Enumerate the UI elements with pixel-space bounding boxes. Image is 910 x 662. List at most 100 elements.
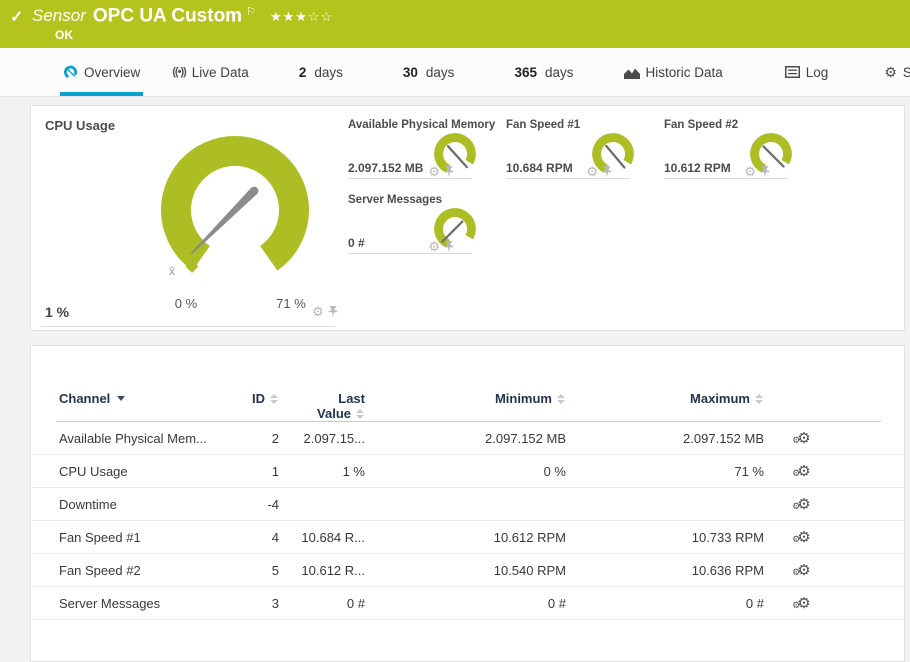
tab-historic-data[interactable]: Historic Data: [621, 52, 726, 96]
pin-icon[interactable]: [444, 241, 454, 253]
cell-minimum: 2.097.152 MB: [485, 430, 566, 446]
cell-id: -4: [267, 496, 279, 512]
cpu-gauge-actions: ⚙: [312, 305, 338, 318]
tab-log[interactable]: Log: [782, 52, 832, 96]
channel-settings-gears-icon[interactable]: ⚙ ⚙: [792, 497, 810, 512]
cell-minimum: 0 #: [547, 595, 566, 611]
tab-overview[interactable]: Overview: [60, 52, 144, 96]
pin-icon[interactable]: [602, 166, 612, 178]
column-header-maximum-label: Maximum: [690, 391, 750, 406]
sort-icon: [270, 393, 279, 404]
cell-minimum: 10.612 RPM: [493, 529, 566, 545]
gauges-panel: CPU Usage x̄ 0 % 71 % 1 % ⚙ Available Ph…: [30, 105, 905, 331]
cell-channel[interactable]: Fan Speed #2: [59, 563, 239, 578]
gauge-needle: [446, 145, 469, 169]
tab-log-label: Log: [805, 64, 829, 80]
tab-live-data[interactable]: ((•)) Live Data: [169, 52, 252, 96]
flag-icon[interactable]: ⚐: [246, 6, 256, 18]
table-row[interactable]: Fan Speed #1 4 10.684 R... 10.612 RPM 10…: [31, 521, 904, 554]
gauge-cell-fan-speed-1: Fan Speed #1 10.684 RPM ⚙: [506, 119, 634, 179]
sort-icon: [356, 408, 365, 419]
table-row[interactable]: Downtime -4 ⚙ ⚙: [31, 488, 904, 521]
cell-maximum: 2.097.152 MB: [683, 430, 764, 446]
table-row[interactable]: Server Messages 3 0 # 0 # 0 # ⚙ ⚙: [31, 587, 904, 620]
pin-icon[interactable]: [444, 166, 454, 178]
tab-30-days-number: 30: [402, 64, 418, 80]
cell-last-value: 10.612 R...: [301, 562, 365, 578]
cpu-gauge-title: CPU Usage: [45, 118, 116, 133]
table-row[interactable]: CPU Usage 1 1 % 0 % 71 % ⚙ ⚙: [31, 455, 904, 488]
gauge-value: 2.097.152 MB: [348, 161, 424, 175]
cell-channel[interactable]: Available Physical Mem...: [59, 431, 239, 446]
cell-minimum: 10.540 RPM: [493, 562, 566, 578]
channel-settings-gears-icon[interactable]: ⚙ ⚙: [792, 596, 810, 611]
tab-365-days[interactable]: 365 days: [511, 52, 576, 96]
gauge-actions: ⚙: [744, 165, 770, 178]
gauge-icon: [63, 65, 78, 78]
tab-30-days[interactable]: 30 days: [400, 52, 458, 96]
gauge-actions: ⚙: [428, 240, 454, 253]
cell-id: 5: [271, 562, 279, 578]
gauge-needle: [762, 145, 785, 168]
cell-channel[interactable]: Server Messages: [59, 596, 239, 611]
gauge-cell-available-physical-memory: Available Physical Memory 2.097.152 MB ⚙: [348, 119, 495, 179]
tab-overview-label: Overview: [84, 64, 141, 80]
table-row[interactable]: Available Physical Mem... 2 2.097.15... …: [31, 422, 904, 455]
sensor-title-line: Sensor OPC UA Custom ⚐ ★★★☆☆: [32, 5, 333, 27]
cell-minimum: 0 %: [543, 463, 566, 479]
gauge-cell-server-messages: Server Messages 0 # ⚙: [348, 194, 476, 254]
stars-empty[interactable]: ☆☆: [308, 9, 333, 24]
cell-last-value: 0 #: [346, 595, 365, 611]
cell-last-value: 1 %: [342, 463, 365, 479]
pin-icon[interactable]: [328, 306, 338, 318]
sort-icon: [755, 393, 764, 404]
tab-2-days-number: 2: [298, 64, 307, 80]
column-header-channel[interactable]: Channel: [59, 391, 239, 406]
column-header-id[interactable]: ID: [239, 391, 279, 406]
table-row[interactable]: Fan Speed #2 5 10.612 R... 10.540 RPM 10…: [31, 554, 904, 587]
channel-settings-gears-icon[interactable]: ⚙ ⚙: [792, 563, 810, 578]
tab-2-days[interactable]: 2 days: [296, 52, 346, 96]
priority-stars[interactable]: ★★★☆☆: [270, 9, 333, 24]
gauge-needle: [605, 144, 626, 169]
channel-settings-icon[interactable]: ⚙: [586, 165, 598, 178]
tab-365-days-label: days: [544, 64, 574, 80]
column-header-maximum[interactable]: Maximum: [566, 391, 764, 406]
cell-id: 2: [271, 430, 279, 446]
pin-icon[interactable]: [760, 166, 770, 178]
sensor-overview-page: ✓ Sensor OPC UA Custom ⚐ ★★★☆☆ OK Overview …: [0, 0, 910, 662]
settings-gear-icon: ⚙: [884, 63, 897, 80]
cpu-gauge: x̄: [160, 135, 309, 278]
tab-settings-label: Settings: [902, 64, 910, 80]
channel-settings-gears-icon[interactable]: ⚙ ⚙: [792, 530, 810, 545]
channel-settings-icon[interactable]: ⚙: [428, 165, 440, 178]
cell-maximum: 10.636 RPM: [691, 562, 764, 578]
gauge-value: 10.684 RPM: [506, 161, 573, 175]
gauge-needle: [441, 220, 464, 243]
cell-maximum: 0 #: [745, 595, 764, 611]
status-badge: OK: [55, 28, 73, 42]
stars-filled[interactable]: ★★★: [270, 9, 308, 24]
channel-settings-icon[interactable]: ⚙: [312, 305, 324, 318]
cell-channel[interactable]: Fan Speed #1: [59, 530, 239, 545]
cell-id: 3: [271, 595, 279, 611]
sensor-status-bar: ✓ Sensor OPC UA Custom ⚐ ★★★☆☆ OK: [0, 0, 910, 48]
tab-live-data-label: Live Data: [191, 64, 249, 80]
cell-channel[interactable]: Downtime: [59, 497, 239, 512]
live-data-icon: ((•)): [172, 66, 186, 78]
tab-30-days-label: days: [425, 64, 455, 80]
channel-settings-gears-icon[interactable]: ⚙ ⚙: [792, 431, 810, 446]
gauge-title: Fan Speed #2: [664, 119, 739, 131]
channel-settings-icon[interactable]: ⚙: [428, 240, 440, 253]
channel-table-header: Channel ID Last Value Minimum Maximum: [31, 391, 904, 421]
page-title: OPC UA Custom: [92, 5, 243, 27]
cell-channel[interactable]: CPU Usage: [59, 464, 239, 479]
tab-historic-data-label: Historic Data: [645, 64, 723, 80]
channel-settings-icon[interactable]: ⚙: [744, 165, 756, 178]
column-header-minimum[interactable]: Minimum: [365, 391, 566, 406]
channel-settings-gears-icon[interactable]: ⚙ ⚙: [792, 464, 810, 479]
column-header-last-value[interactable]: Last Value: [279, 391, 365, 421]
column-header-channel-label: Channel: [59, 391, 111, 406]
tab-settings[interactable]: ⚙ Settings: [881, 52, 910, 96]
gauge-title: Server Messages: [348, 194, 442, 206]
